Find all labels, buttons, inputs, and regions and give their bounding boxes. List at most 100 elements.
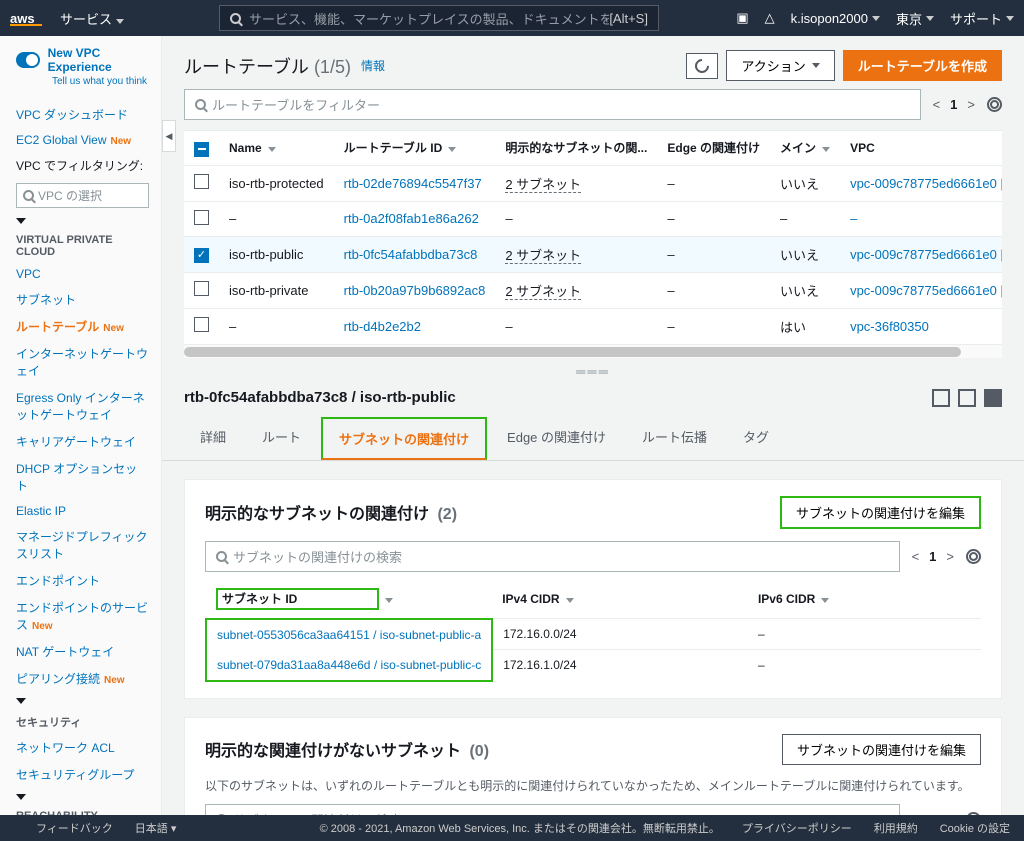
nav-egress-igw[interactable]: Egress Only インターネットゲートウェイ xyxy=(16,384,149,428)
nav-eip[interactable]: Elastic IP xyxy=(16,499,149,523)
footer: フィードバック 日本語 ▾ © 2008 - 2021, Amazon Web … xyxy=(0,815,1024,841)
privacy-link[interactable]: プライバシーポリシー xyxy=(742,820,852,836)
cell-rtb-id[interactable]: rtb-0fc54afabbdba73c8 xyxy=(334,236,496,272)
cell-subnet-id[interactable]: subnet-079da31aa8a448e6d / iso-subnet-pu… xyxy=(206,650,492,681)
nav-nat-gw[interactable]: NAT ゲートウェイ xyxy=(16,638,149,665)
select-all-checkbox[interactable] xyxy=(194,142,209,157)
account-menu[interactable]: k.isopon2000 xyxy=(791,11,880,26)
cell-name: iso-rtb-private xyxy=(219,272,334,308)
edit-subnet-assoc-button[interactable]: サブネットの関連付けを編集 xyxy=(780,496,981,529)
cell-vpc[interactable]: vpc-009c78775ed6661e0 | isc xyxy=(840,272,1002,308)
table-row[interactable]: iso-rtb-public rtb-0fc54afabbdba73c8 2 サ… xyxy=(184,236,1002,272)
assoc-filter-input[interactable]: サブネットの関連付けの検索 xyxy=(205,541,900,572)
cell-vpc[interactable]: vpc-009c78775ed6661e0 | isc xyxy=(840,236,1002,272)
language-selector[interactable]: 日本語 ▾ xyxy=(135,820,177,836)
page-next[interactable]: > xyxy=(946,812,954,816)
page-next[interactable]: > xyxy=(946,549,954,564)
cell-rtb-id[interactable]: rtb-02de76894c5547f37 xyxy=(334,165,496,201)
copyright: © 2008 - 2021, Amazon Web Services, Inc.… xyxy=(320,820,720,836)
create-route-table-button[interactable]: ルートテーブルを作成 xyxy=(843,50,1002,81)
noassoc-filter-input[interactable]: サブネットの関連付けの検索 xyxy=(205,804,900,816)
sidebar-collapse[interactable]: ◀ xyxy=(162,120,176,152)
refresh-button[interactable] xyxy=(686,53,718,79)
nav-igw[interactable]: インターネットゲートウェイ xyxy=(16,340,149,384)
notifications-icon[interactable]: △ xyxy=(765,10,775,26)
cell-rtb-id[interactable]: rtb-0a2f08fab1e86a262 xyxy=(334,201,496,236)
page-next[interactable]: > xyxy=(967,97,975,112)
nav-ec2-global[interactable]: EC2 Global ViewNew xyxy=(16,128,149,152)
info-link[interactable]: 情報 xyxy=(361,57,385,74)
nav-nacl[interactable]: ネットワーク ACL xyxy=(16,734,149,761)
cell-ipv6: – xyxy=(748,619,981,650)
table-filter-input[interactable]: ルートテーブルをフィルター xyxy=(184,89,921,120)
tab-edge-assoc[interactable]: Edge の関連付け xyxy=(491,417,622,460)
cloudshell-icon[interactable]: ▣ xyxy=(736,10,748,26)
nav-carrier-gw[interactable]: キャリアゲートウェイ xyxy=(16,428,149,455)
table-row[interactable]: – rtb-0a2f08fab1e86a262 – – – – xyxy=(184,201,1002,236)
page-prev[interactable]: < xyxy=(912,549,920,564)
view-mode-2[interactable] xyxy=(958,389,976,407)
row-checkbox[interactable] xyxy=(194,174,209,189)
cell-rtb-id[interactable]: rtb-0b20a97b9b6892ac8 xyxy=(334,272,496,308)
edit-subnet-assoc-button-2[interactable]: サブネットの関連付けを編集 xyxy=(782,734,981,765)
cookie-link[interactable]: Cookie の設定 xyxy=(940,820,1010,836)
nav-dhcp[interactable]: DHCP オプションセット xyxy=(16,455,149,499)
page-prev[interactable]: < xyxy=(933,97,941,112)
tab-route-prop[interactable]: ルート伝播 xyxy=(626,417,723,460)
services-menu[interactable]: サービス xyxy=(60,9,124,28)
section-collapse-icon[interactable] xyxy=(16,794,26,800)
tab-details[interactable]: 詳細 xyxy=(184,417,242,460)
cell-name: – xyxy=(219,308,334,344)
assoc-table: サブネット ID IPv4 CIDR IPv6 CIDR subnet-0553… xyxy=(205,580,981,682)
tab-tags[interactable]: タグ xyxy=(727,417,785,460)
new-vpc-toggle[interactable]: New VPC Experience xyxy=(16,46,149,74)
view-mode-1[interactable] xyxy=(932,389,950,407)
actions-button[interactable]: アクション xyxy=(726,50,834,81)
section-collapse-icon[interactable] xyxy=(16,218,26,224)
feedback-link[interactable]: Tell us what you think xyxy=(52,76,149,87)
cell-subnets: – xyxy=(495,201,657,236)
aws-logo[interactable]: aws xyxy=(10,11,42,26)
table-row[interactable]: iso-rtb-protected rtb-02de76894c5547f37 … xyxy=(184,165,1002,201)
table-row[interactable]: – rtb-d4b2e2b2 – – はい vpc-36f80350 xyxy=(184,308,1002,344)
nav-vpc-dashboard[interactable]: VPC ダッシュボード xyxy=(16,101,149,128)
cell-subnet-id[interactable]: subnet-0553056ca3aa64151 / iso-subnet-pu… xyxy=(206,619,492,650)
cell-vpc[interactable]: – xyxy=(840,201,1002,236)
feedback-link[interactable]: フィードバック xyxy=(36,820,113,836)
nav-sg[interactable]: セキュリティグループ xyxy=(16,761,149,788)
cell-rtb-id[interactable]: rtb-d4b2e2b2 xyxy=(334,308,496,344)
vpc-filter-input[interactable]: VPC の選択 xyxy=(16,183,149,208)
cell-vpc[interactable]: vpc-36f80350 xyxy=(840,308,1002,344)
settings-icon[interactable] xyxy=(987,97,1002,112)
row-checkbox[interactable] xyxy=(194,281,209,296)
main-content: ルートテーブル (1/5) 情報 アクション ルートテーブルを作成 ルートテーブ… xyxy=(162,36,1024,815)
cell-vpc[interactable]: vpc-009c78775ed6661e0 | isc xyxy=(840,165,1002,201)
region-menu[interactable]: 東京 xyxy=(896,9,934,28)
view-mode-3[interactable] xyxy=(984,389,1002,407)
nav-endpoints[interactable]: エンドポイント xyxy=(16,567,149,594)
tab-routes[interactable]: ルート xyxy=(246,417,317,460)
terms-link[interactable]: 利用規約 xyxy=(874,820,918,836)
row-checkbox[interactable] xyxy=(194,210,209,225)
nav-peering[interactable]: ピアリング接続New xyxy=(16,665,149,692)
nav-route-tables[interactable]: ルートテーブルNew xyxy=(16,313,149,340)
row-checkbox[interactable] xyxy=(194,248,209,263)
settings-icon[interactable] xyxy=(966,549,981,564)
cell-main: いいえ xyxy=(770,165,840,201)
nav-vpc[interactable]: VPC xyxy=(16,262,149,286)
section-collapse-icon[interactable] xyxy=(16,698,26,704)
horizontal-scrollbar[interactable] xyxy=(184,344,1002,358)
support-menu[interactable]: サポート xyxy=(950,9,1014,28)
tab-subnet-assoc[interactable]: サブネットの関連付け xyxy=(321,417,487,460)
row-checkbox[interactable] xyxy=(194,317,209,332)
global-search[interactable]: サービス、機能、マーケットプレイスの製品、ドキュメントを検索し [Alt+S] xyxy=(219,5,659,31)
nav-prefix-lists[interactable]: マネージドプレフィックスリスト xyxy=(16,523,149,567)
nav-endpoint-services[interactable]: エンドポイントのサービスNew xyxy=(16,594,149,638)
nav-subnets[interactable]: サブネット xyxy=(16,286,149,313)
settings-icon[interactable] xyxy=(966,812,981,816)
page-prev[interactable]: < xyxy=(912,812,920,816)
table-row[interactable]: iso-rtb-private rtb-0b20a97b9b6892ac8 2 … xyxy=(184,272,1002,308)
section-vpc: VIRTUAL PRIVATE CLOUD xyxy=(16,234,149,258)
detail-resize-handle[interactable]: ═══ xyxy=(162,358,1024,389)
cell-subnets: 2 サブネット xyxy=(495,236,657,272)
